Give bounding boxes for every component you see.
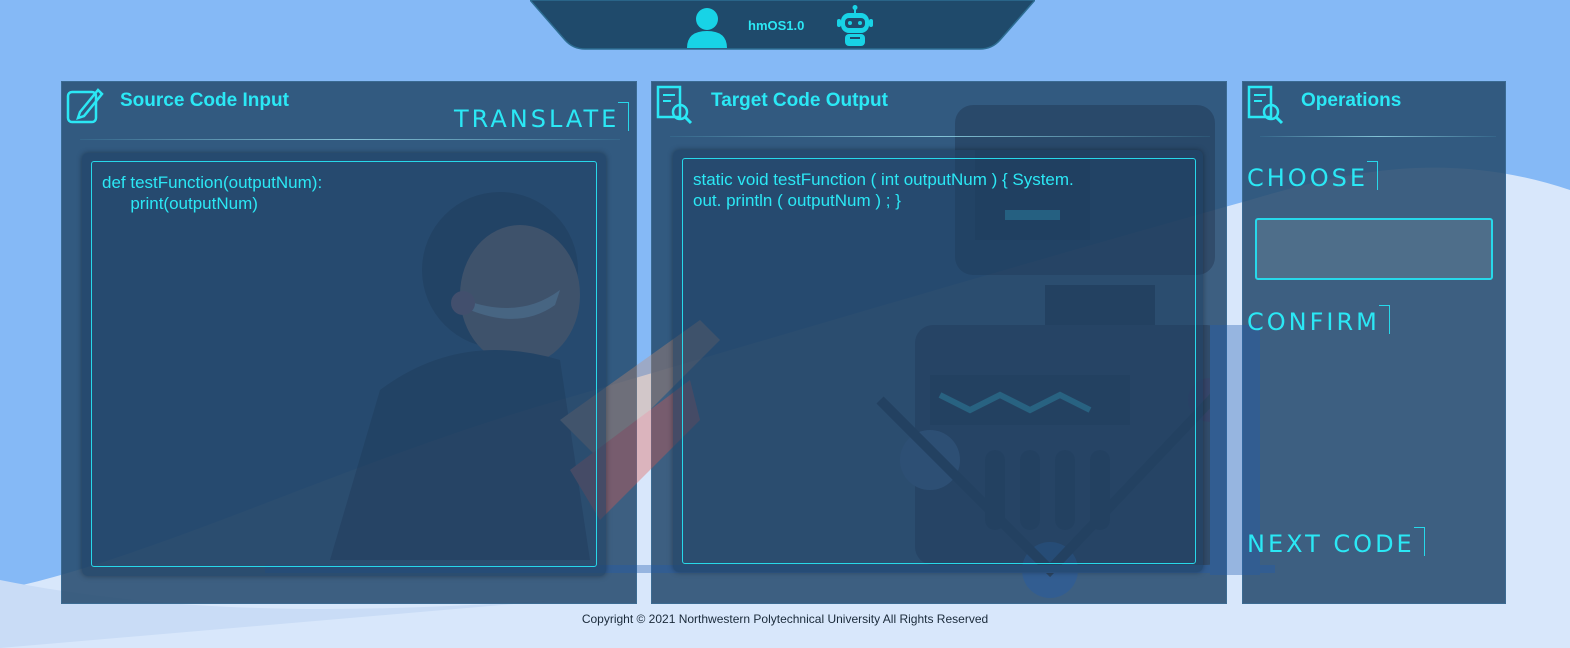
source-code-input[interactable]: def testFunction(outputNum): print(outpu… [91, 161, 597, 567]
target-code-output[interactable]: static void testFunction ( int outputNum… [682, 158, 1196, 564]
next-code-button[interactable]: NEXT CODE [1247, 527, 1425, 559]
robot-icon[interactable] [835, 5, 875, 49]
choose-button-label: CHOOSE [1247, 164, 1368, 192]
source-divider [80, 139, 620, 140]
operations-divider [1260, 136, 1496, 137]
edit-icon [66, 88, 104, 124]
choose-select[interactable] [1255, 218, 1493, 280]
choose-button[interactable]: CHOOSE [1247, 161, 1378, 193]
target-panel-title: Target Code Output [711, 90, 888, 111]
next-code-button-label: NEXT CODE [1247, 530, 1415, 558]
user-icon[interactable] [685, 6, 729, 48]
translate-button-label: TRANSLATE [454, 105, 620, 133]
top-header: hmOS1.0 [530, 0, 1035, 50]
operations-panel-title: Operations [1301, 90, 1402, 111]
document-search-icon [1247, 85, 1284, 125]
confirm-button-label: CONFIRM [1247, 308, 1380, 336]
confirm-button[interactable]: CONFIRM [1247, 305, 1390, 337]
copyright-footer: Copyright © 2021 Northwestern Polytechni… [581, 612, 989, 626]
document-search-icon [656, 85, 693, 125]
operations-panel [1242, 81, 1506, 604]
source-panel-title: Source Code Input [120, 90, 289, 111]
target-divider [670, 136, 1210, 137]
brand-label: hmOS1.0 [748, 18, 805, 33]
translate-button[interactable]: TRANSLATE [454, 102, 630, 134]
